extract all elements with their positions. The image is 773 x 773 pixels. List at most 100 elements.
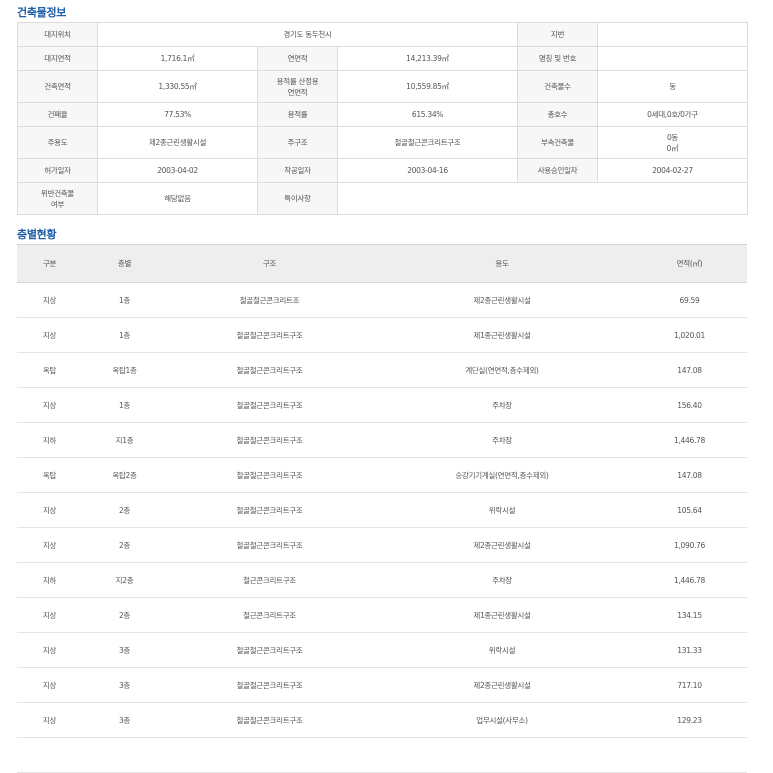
floor-cell: 134.15 (632, 597, 747, 633)
floor-header-cell: 구조 (167, 244, 372, 283)
floor-header-cell: 용도 (372, 244, 632, 283)
floor-cell: 129.23 (632, 702, 747, 738)
floor-cell: 주차장 (372, 422, 632, 458)
floor-cell (167, 737, 372, 773)
floor-cell: 지상 (17, 317, 82, 353)
table-row (17, 737, 747, 773)
info-value: 2003-04-02 (97, 158, 258, 183)
info-label: 용적률 산정용 연면적 (257, 70, 338, 103)
info-row: 건폐율 77.53% 용적률 615.34% 총호수 0세대,0호/0가구 (17, 102, 748, 127)
floor-cell: 옥탑1층 (82, 352, 167, 388)
floor-cell: 승강기기계실(연면적,층수제외) (372, 457, 632, 493)
floor-cell: 3층 (82, 632, 167, 668)
info-value: 14,213.39㎡ (337, 46, 518, 71)
floor-cell: 지상 (17, 702, 82, 738)
floor-status-title: 층별현황 (17, 228, 57, 241)
table-row: 옥탑 옥탑2층 철골철근콘크리트구조 승강기기계실(연면적,층수제외) 147.08 (17, 457, 747, 493)
floor-cell: 지하 (17, 562, 82, 598)
table-row: 지상 3층 철골철근콘크리트구조 제2종근린생활시설 717.10 (17, 667, 747, 703)
floor-cell: 156.40 (632, 387, 747, 423)
floor-cell: 1,446.78 (632, 562, 747, 598)
floor-cell: 147.08 (632, 352, 747, 388)
info-label: 대지면적 (17, 46, 98, 71)
floor-cell (632, 737, 747, 773)
info-value: 1,330.55㎡ (97, 70, 258, 103)
floor-cell: 지상 (17, 387, 82, 423)
info-row: 주용도 제2종근린생활시설 주구조 철골철근콘크리트구조 부속건축물 0동 0㎡ (17, 126, 748, 159)
info-label: 지번 (517, 22, 598, 47)
floor-cell: 위락시설 (372, 492, 632, 528)
floor-cell: 1층 (82, 282, 167, 318)
floor-cell: 지상 (17, 527, 82, 563)
floor-cell: 철골철근콘크리트구조 (167, 632, 372, 668)
floor-cell: 철골철근콘크리트구조 (167, 352, 372, 388)
floor-status-table: 구분 층별 구조 용도 면적(㎡) 지상 1층 철골철근콘크리트조 제2종근린생활시설 69.5… (17, 244, 747, 773)
info-row: 허가일자 2003-04-02 착공일자 2003-04-16 사용승인일자 2004-0… (17, 158, 748, 183)
floor-cell: 철근콘크리트구조 (167, 562, 372, 598)
floor-cell: 1,020.01 (632, 317, 747, 353)
floor-cell: 2층 (82, 597, 167, 633)
floor-cell: 철골철근콘크리트구조 (167, 492, 372, 528)
floor-cell: 옥탑 (17, 352, 82, 388)
info-value: 2003-04-16 (337, 158, 518, 183)
table-row: 지하 지2층 철근콘크리트구조 주차장 1,446.78 (17, 562, 747, 598)
info-value (597, 46, 748, 71)
info-label: 착공일자 (257, 158, 338, 183)
floor-cell: 업무시설(사무소) (372, 702, 632, 738)
floor-cell: 옥탑2층 (82, 457, 167, 493)
floor-cell: 지상 (17, 282, 82, 318)
info-value: 615.34% (337, 102, 518, 127)
info-value: 철골철근콘크리트구조 (337, 126, 518, 159)
floor-cell: 1,446.78 (632, 422, 747, 458)
floor-cell: 철골철근콘크리트구조 (167, 527, 372, 563)
info-label: 대지위치 (17, 22, 98, 47)
floor-cell: 717.10 (632, 667, 747, 703)
floor-cell: 지상 (17, 597, 82, 633)
info-label: 주용도 (17, 126, 98, 159)
info-value (597, 22, 748, 47)
floor-cell: 1층 (82, 387, 167, 423)
floor-cell: 제1종근린생활시설 (372, 317, 632, 353)
floor-cell: 147.08 (632, 457, 747, 493)
info-value: 10,559.85㎡ (337, 70, 518, 103)
floor-cell (17, 737, 82, 773)
info-row: 대지위치 경기도 동두천시 지번 (17, 22, 748, 47)
floor-cell: 지2층 (82, 562, 167, 598)
floor-cell (372, 737, 632, 773)
floor-cell: 지하 (17, 422, 82, 458)
floor-cell: 계단실(연면적,층수제외) (372, 352, 632, 388)
floor-cell: 지상 (17, 492, 82, 528)
floor-cell: 주차장 (372, 562, 632, 598)
building-info-title: 건축물정보 (17, 6, 67, 19)
table-row: 지상 1층 철골철근콘크리트조 제2종근린생활시설 69.59 (17, 282, 747, 318)
building-info-table: 대지위치 경기도 동두천시 지번 대지면적 1,716.1㎡ 연면적 14,213.39㎡ 명… (17, 22, 748, 215)
floor-cell: 철골철근콘크리트구조 (167, 702, 372, 738)
table-row: 지상 1층 철골철근콘크리트구조 제1종근린생활시설 1,020.01 (17, 317, 747, 353)
floor-cell: 제2종근린생활시설 (372, 527, 632, 563)
floor-cell: 3층 (82, 702, 167, 738)
info-label: 건축면적 (17, 70, 98, 103)
info-label: 사용승인일자 (517, 158, 598, 183)
floor-cell (82, 737, 167, 773)
table-row: 지상 3층 철골철근콘크리트구조 업무시설(사무소) 129.23 (17, 702, 747, 738)
info-value: 0동 0㎡ (597, 126, 748, 159)
info-value: 2004-02-27 (597, 158, 748, 183)
floor-cell: 위락시설 (372, 632, 632, 668)
floor-cell: 철골철근콘크리트구조 (167, 457, 372, 493)
info-value (337, 182, 748, 215)
info-value: 0세대,0호/0가구 (597, 102, 748, 127)
floor-cell: 제1종근린생활시설 (372, 597, 632, 633)
info-label: 허가일자 (17, 158, 98, 183)
floor-table-header: 구분 층별 구조 용도 면적(㎡) (17, 244, 747, 283)
floor-cell: 철골철근콘크리트구조 (167, 387, 372, 423)
floor-cell: 2층 (82, 527, 167, 563)
info-row: 건축면적 1,330.55㎡ 용적률 산정용 연면적 10,559.85㎡ 건축물수 동 (17, 70, 748, 103)
info-label: 주구조 (257, 126, 338, 159)
floor-cell: 1층 (82, 317, 167, 353)
floor-header-cell: 층별 (82, 244, 167, 283)
floor-cell: 철골철근콘크리트구조 (167, 422, 372, 458)
info-value: 1,716.1㎡ (97, 46, 258, 71)
floor-cell: 105.64 (632, 492, 747, 528)
floor-cell: 1,090.76 (632, 527, 747, 563)
floor-cell: 철골철근콘크리트조 (167, 282, 372, 318)
